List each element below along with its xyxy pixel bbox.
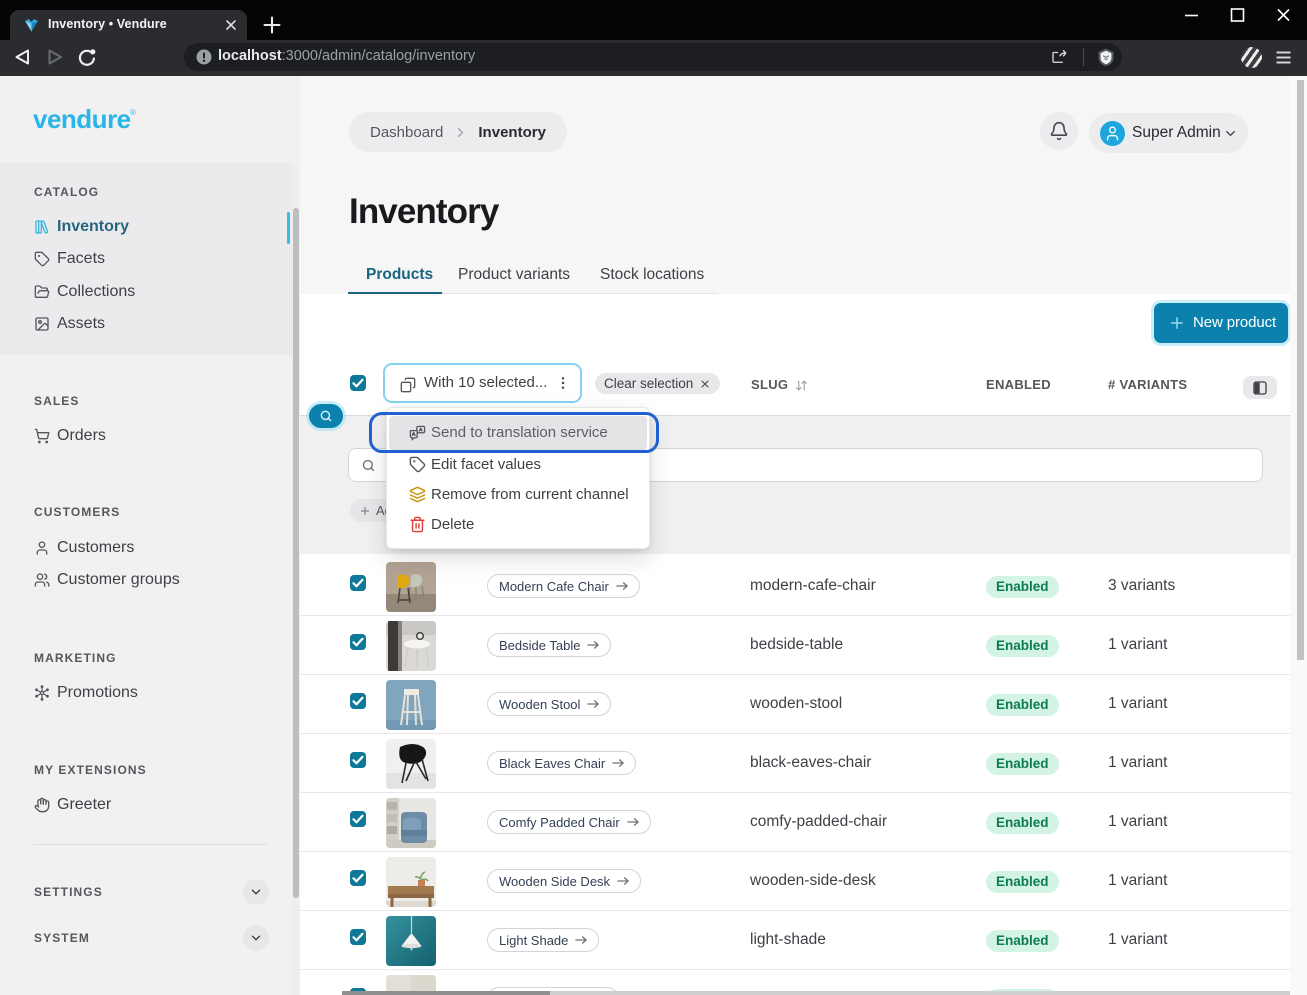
- svg-text:®: ®: [130, 108, 136, 117]
- svg-text:vendure: vendure: [33, 105, 131, 134]
